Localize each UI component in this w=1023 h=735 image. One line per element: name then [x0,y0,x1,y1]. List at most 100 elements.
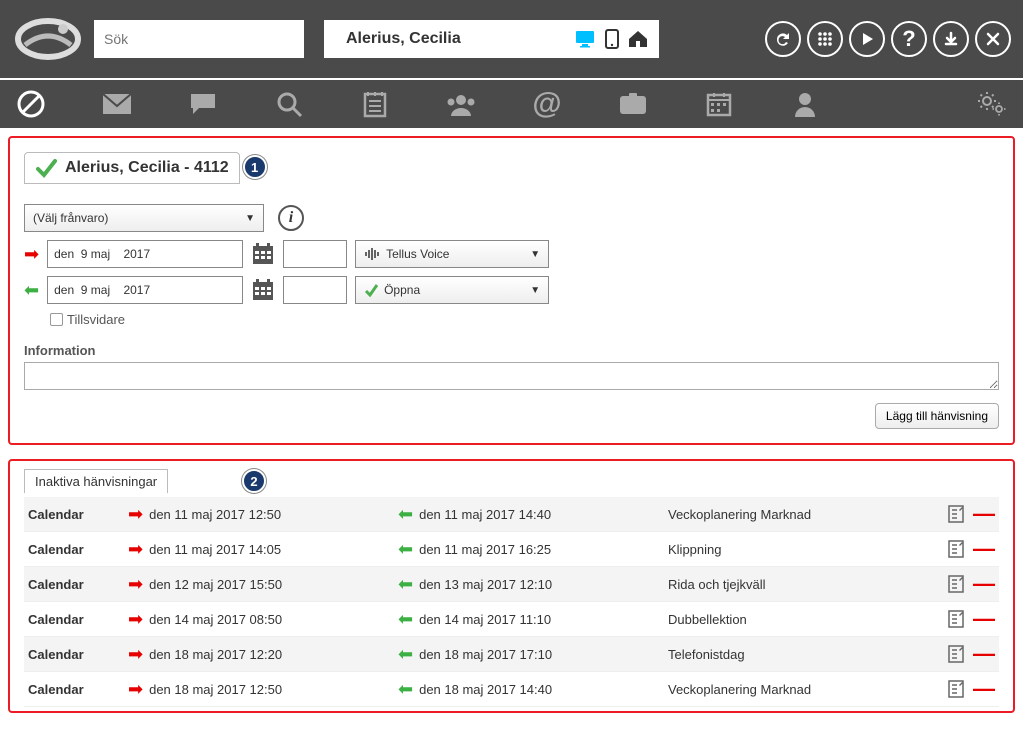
nav-at-icon[interactable]: @ [528,85,566,123]
arrow-out-icon: ➡ [128,574,143,595]
row-in: ➡den 11 maj 2017 14:40 [398,504,668,525]
row-out: ➡den 11 maj 2017 14:05 [128,539,398,560]
row-source: Calendar [28,647,128,662]
delete-icon[interactable]: — [973,608,995,630]
row-source: Calendar [28,577,128,592]
panel-title-text: Alerius, Cecilia - 4112 [65,159,229,177]
row-title: Klippning [668,542,931,557]
topbar: Alerius, Cecilia ? [0,0,1023,78]
waveform-icon [364,248,380,260]
inactive-tab[interactable]: Inaktiva hänvisningar [24,469,168,493]
row-out: ➡den 12 maj 2017 15:50 [128,574,398,595]
monitor-icon [575,30,597,48]
row-source: Calendar [28,682,128,697]
info-button[interactable]: i [278,205,304,231]
absence-select[interactable]: (Välj frånvaro) ▼ [24,204,264,232]
arrow-in-icon: ➡ [398,679,413,700]
chevron-down-icon: ▼ [245,213,255,224]
add-referral-button[interactable]: Lägg till hänvisning [875,403,999,429]
chevron-down-icon: ▼ [530,285,540,296]
arrow-in-icon: ➡ [398,644,413,665]
arrow-in-icon: ➡ [24,280,39,301]
search-input[interactable] [94,20,304,58]
referral-list: Calendar➡den 11 maj 2017 12:50➡den 11 ma… [24,497,999,707]
nav-notepad-icon[interactable] [356,85,394,123]
edit-icon[interactable] [947,609,965,629]
arrow-out-icon: ➡ [128,644,143,665]
date-out-input[interactable]: den 9 maj 2017 [47,240,243,268]
delete-icon[interactable]: — [973,538,995,560]
table-row: Calendar➡den 12 maj 2017 15:50➡den 13 ma… [24,567,999,602]
calendar-picker-icon[interactable] [251,242,275,266]
arrow-in-icon: ➡ [398,504,413,525]
nav-search-icon[interactable] [270,85,308,123]
arrow-out-icon: ➡ [128,609,143,630]
nav-block-icon[interactable] [12,85,50,123]
panel-title: Alerius, Cecilia - 4112 1 [24,152,240,184]
absence-form-panel: Alerius, Cecilia - 4112 1 (Välj frånvaro… [8,136,1015,445]
arrow-in-icon: ➡ [398,574,413,595]
row-out: ➡den 18 maj 2017 12:50 [128,679,398,700]
nav-id-icon[interactable] [614,85,652,123]
nav-settings-icon[interactable] [973,85,1011,123]
row-out: ➡den 11 maj 2017 12:50 [128,504,398,525]
topbar-actions: ? [765,21,1011,57]
home-icon [627,30,649,48]
table-row: Calendar➡den 18 maj 2017 12:20➡den 18 ma… [24,637,999,672]
row-in: ➡den 18 maj 2017 14:40 [398,679,668,700]
nav-calendar-icon[interactable] [700,85,738,123]
checkbox-icon [50,313,63,326]
edit-icon[interactable] [947,644,965,664]
nav-mail-icon[interactable] [98,85,136,123]
dialpad-button[interactable] [807,21,843,57]
row-source: Calendar [28,542,128,557]
row-out: ➡den 18 maj 2017 12:20 [128,644,398,665]
edit-icon[interactable] [947,574,965,594]
close-button[interactable] [975,21,1011,57]
time-out-input[interactable] [283,240,347,268]
nav-people-icon[interactable] [442,85,480,123]
callout-1: 1 [243,155,267,179]
status-select[interactable]: Öppna ▼ [355,276,549,304]
refresh-button[interactable] [765,21,801,57]
user-name: Alerius, Cecilia [334,30,461,48]
calendar-picker-icon[interactable] [251,278,275,302]
app-logo [12,15,84,63]
arrow-out-icon: ➡ [128,539,143,560]
help-button[interactable]: ? [891,21,927,57]
check-icon [35,157,57,179]
check-icon [364,283,378,297]
delete-icon[interactable]: — [973,503,995,525]
row-in: ➡den 11 maj 2017 16:25 [398,539,668,560]
row-title: Veckoplanering Marknad [668,507,931,522]
table-row: Calendar➡den 18 maj 2017 12:50➡den 18 ma… [24,672,999,707]
delete-icon[interactable]: — [973,678,995,700]
row-in: ➡den 18 maj 2017 17:10 [398,644,668,665]
inactive-referrals-panel: Inaktiva hänvisningar 2 Calendar➡den 11 … [8,459,1015,713]
edit-icon[interactable] [947,679,965,699]
edit-icon[interactable] [947,504,965,524]
arrow-out-icon: ➡ [128,504,143,525]
tillsvidare-checkbox[interactable]: Tillsvidare [50,312,999,327]
download-button[interactable] [933,21,969,57]
arrow-in-icon: ➡ [398,609,413,630]
table-row: Calendar➡den 11 maj 2017 12:50➡den 11 ma… [24,497,999,532]
row-in: ➡den 13 maj 2017 12:10 [398,574,668,595]
information-label: Information [24,343,999,358]
delete-icon[interactable]: — [973,573,995,595]
user-selector[interactable]: Alerius, Cecilia [324,20,659,58]
voice-select[interactable]: Tellus Voice ▼ [355,240,549,268]
delete-icon[interactable]: — [973,643,995,665]
nav-chat-icon[interactable] [184,85,222,123]
information-textarea[interactable] [24,362,999,390]
play-button[interactable] [849,21,885,57]
date-in-input[interactable]: den 9 maj 2017 [47,276,243,304]
row-title: Veckoplanering Marknad [668,682,931,697]
table-row: Calendar➡den 11 maj 2017 14:05➡den 11 ma… [24,532,999,567]
edit-icon[interactable] [947,539,965,559]
row-source: Calendar [28,507,128,522]
arrow-out-icon: ➡ [128,679,143,700]
nav-person-icon[interactable] [786,85,824,123]
row-in: ➡den 14 maj 2017 11:10 [398,609,668,630]
time-in-input[interactable] [283,276,347,304]
